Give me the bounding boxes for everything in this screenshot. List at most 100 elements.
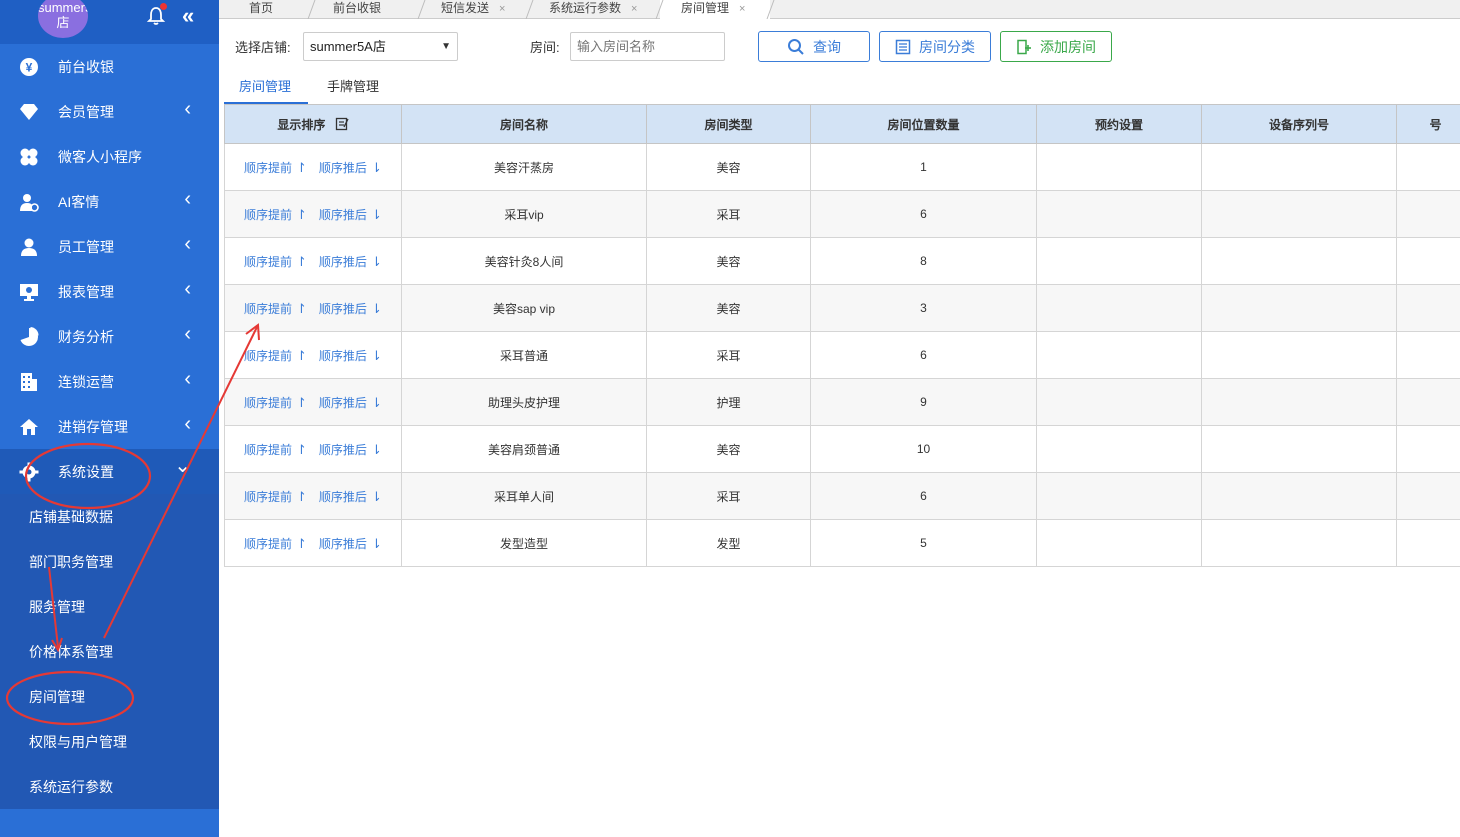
extra-cell: [1396, 143, 1460, 191]
sidebar-item-label: 前台收银: [58, 58, 114, 75]
sidebar-item-6[interactable]: 财务分析 ‹: [0, 314, 219, 359]
move-up-link[interactable]: 顺序提前: [244, 396, 292, 410]
table-header-row: 显示排序 房间名称 房间类型 房间位置数量 预约设置 设备序列号 号: [224, 104, 1460, 144]
sidebar-item-2[interactable]: 微客人小程序: [0, 134, 219, 179]
add-room-button-label: 添加房间: [1040, 38, 1096, 55]
room-name-cell: 发型造型: [401, 519, 647, 567]
move-down-link[interactable]: 顺序推后: [319, 490, 367, 504]
tab-room-management[interactable]: 房间管理 ×: [660, 0, 770, 19]
move-up-link[interactable]: 顺序提前: [244, 302, 292, 316]
sidebar-item-1[interactable]: 会员管理 ‹: [0, 89, 219, 134]
arrow-up-icon[interactable]: ↾: [296, 301, 307, 316]
move-down-link[interactable]: 顺序推后: [319, 255, 367, 269]
device-serial-cell: [1201, 378, 1397, 426]
arrow-up-icon[interactable]: ↾: [296, 536, 307, 551]
arrow-down-icon[interactable]: ⇂: [371, 301, 382, 316]
arrow-up-icon[interactable]: ↾: [296, 160, 307, 175]
move-down-link[interactable]: 顺序推后: [319, 161, 367, 175]
move-up-link[interactable]: 顺序提前: [244, 490, 292, 504]
sort-cell: 顺序提前 ↾ 顺序推后 ⇂: [224, 284, 402, 332]
room-category-button[interactable]: 房间分类: [879, 31, 991, 62]
arrow-up-icon[interactable]: ↾: [296, 207, 307, 222]
move-up-link[interactable]: 顺序提前: [244, 161, 292, 175]
sidebar-item-label: 连锁运营: [58, 373, 114, 390]
extra-cell: [1396, 378, 1460, 426]
room-name-input[interactable]: [570, 32, 725, 61]
device-serial-cell: [1201, 472, 1397, 520]
sidebar-item-5[interactable]: 报表管理 ‹: [0, 269, 219, 314]
move-down-link[interactable]: 顺序推后: [319, 396, 367, 410]
arrow-down-icon[interactable]: ⇂: [371, 207, 382, 222]
sidebar-item-9[interactable]: 系统设置 ⌄: [0, 449, 219, 494]
submenu-item-1[interactable]: 部门职务管理: [0, 539, 219, 584]
arrow-down-icon[interactable]: ⇂: [371, 489, 382, 504]
tab-front-cashier[interactable]: 前台收银: [333, 0, 381, 19]
move-up-link[interactable]: 顺序提前: [244, 208, 292, 222]
avatar[interactable]: summer5A店: [38, 0, 88, 38]
extra-cell: [1396, 472, 1460, 520]
sidebar-item-0[interactable]: ¥ 前台收银: [0, 44, 219, 89]
sort-cell: 顺序提前 ↾ 顺序推后 ⇂: [224, 519, 402, 567]
move-down-link[interactable]: 顺序推后: [319, 537, 367, 551]
extra-cell: [1396, 331, 1460, 379]
move-down-link[interactable]: 顺序推后: [319, 443, 367, 457]
sort-cell: 顺序提前 ↾ 顺序推后 ⇂: [224, 143, 402, 191]
submenu-item-5[interactable]: 权限与用户管理: [0, 719, 219, 764]
arrow-down-icon[interactable]: ⇂: [371, 254, 382, 269]
booking-cell: [1036, 425, 1202, 473]
extra-cell: [1396, 425, 1460, 473]
tab-home[interactable]: 首页: [249, 0, 273, 19]
arrow-down-icon[interactable]: ⇂: [371, 348, 382, 363]
sidebar-item-label: 员工管理: [58, 238, 114, 255]
tab-sms[interactable]: 短信发送 ×: [441, 0, 505, 19]
arrow-up-icon[interactable]: ↾: [296, 254, 307, 269]
tab-wristband-management[interactable]: 手牌管理: [327, 78, 379, 104]
sidebar-menu: ¥ 前台收银 会员管理 ‹ 微客人小程序 AI客情 ‹ 员工管理 ‹ 报表管理 ‹ 财务分析 ‹ 连锁运营…: [0, 44, 219, 494]
arrow-down-icon[interactable]: ⇂: [371, 536, 382, 551]
extra-cell: [1396, 237, 1460, 285]
arrow-down-icon[interactable]: ⇂: [371, 395, 382, 410]
submenu-item-6[interactable]: 系统运行参数: [0, 764, 219, 809]
add-room-button[interactable]: 添加房间: [1000, 31, 1112, 62]
arrow-up-icon[interactable]: ↾: [296, 489, 307, 504]
move-down-link[interactable]: 顺序推后: [319, 302, 367, 316]
arrow-up-icon[interactable]: ↾: [296, 395, 307, 410]
move-down-link[interactable]: 顺序推后: [319, 349, 367, 363]
move-up-link[interactable]: 顺序提前: [244, 255, 292, 269]
tab-room-management-sub[interactable]: 房间管理: [224, 78, 308, 104]
tab-system-params[interactable]: 系统运行参数 ×: [549, 0, 637, 19]
column-header-sort: 显示排序: [224, 104, 402, 144]
move-up-link[interactable]: 顺序提前: [244, 537, 292, 551]
sidebar-item-7[interactable]: 连锁运营 ‹: [0, 359, 219, 404]
arrow-up-icon[interactable]: ↾: [296, 348, 307, 363]
submenu-item-4[interactable]: 房间管理: [0, 674, 219, 719]
tab-label: 前台收银: [333, 1, 382, 15]
collapse-sidebar-icon[interactable]: «: [182, 3, 194, 29]
room-type-cell: 护理: [646, 378, 811, 426]
building-icon: [18, 371, 40, 393]
sidebar-item-3[interactable]: AI客情 ‹: [0, 179, 219, 224]
dropdown-caret-icon: ▼: [441, 41, 451, 52]
tab-close-icon[interactable]: ×: [631, 3, 637, 15]
arrow-up-icon[interactable]: ↾: [296, 442, 307, 457]
sidebar-item-4[interactable]: 员工管理 ‹: [0, 224, 219, 269]
search-button[interactable]: 查询: [758, 31, 870, 62]
move-up-link[interactable]: 顺序提前: [244, 443, 292, 457]
device-serial-cell: [1201, 143, 1397, 191]
sidebar-item-8[interactable]: 进销存管理 ‹: [0, 404, 219, 449]
table-row: 顺序提前 ↾ 顺序推后 ⇂ 采耳vip 采耳 6: [224, 190, 1460, 238]
submenu-item-2[interactable]: 服务管理: [0, 584, 219, 629]
chevron-left-icon: ‹: [184, 368, 191, 390]
move-up-link[interactable]: 顺序提前: [244, 349, 292, 363]
submenu-item-0[interactable]: 店铺基础数据: [0, 494, 219, 539]
arrow-down-icon[interactable]: ⇂: [371, 442, 382, 457]
device-serial-cell: [1201, 237, 1397, 285]
arrow-down-icon[interactable]: ⇂: [371, 160, 382, 175]
move-down-link[interactable]: 顺序推后: [319, 208, 367, 222]
submenu-item-3[interactable]: 价格体系管理: [0, 629, 219, 674]
tab-divider: [307, 0, 316, 19]
store-select[interactable]: summer5A店 ▼: [303, 32, 458, 61]
edit-icon[interactable]: [335, 117, 349, 131]
tab-close-icon[interactable]: ×: [499, 3, 505, 15]
tab-close-icon[interactable]: ×: [739, 3, 745, 15]
